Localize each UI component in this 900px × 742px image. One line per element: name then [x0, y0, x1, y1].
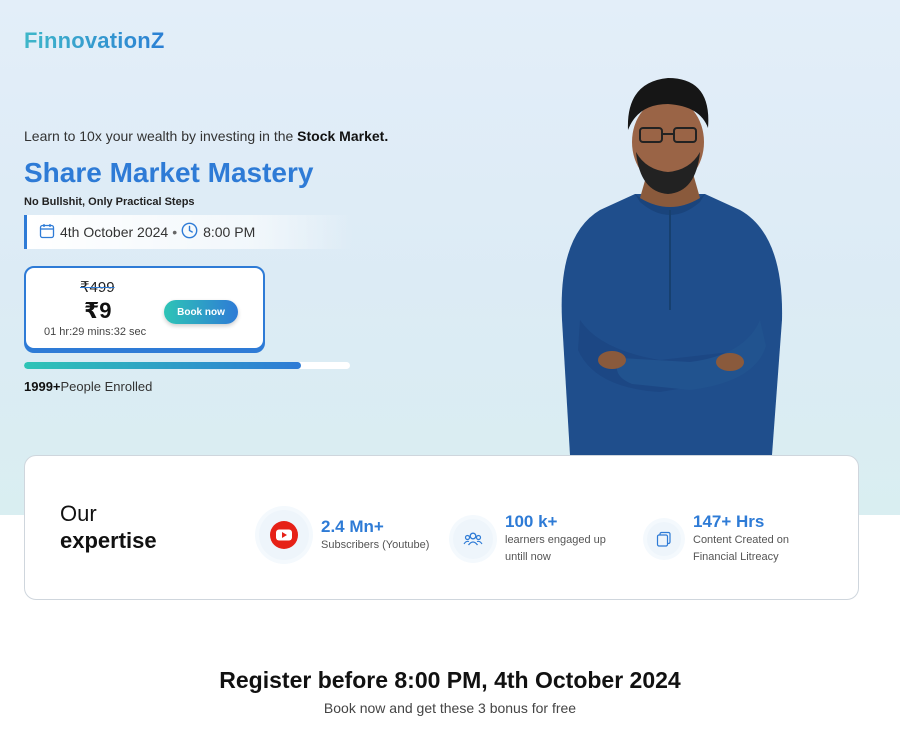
course-title: Share Market Mastery: [24, 157, 314, 188]
expertise-heading: Our expertise: [60, 500, 157, 554]
tagline-text: Learn to 10x your wealth by investing in…: [24, 128, 298, 144]
stat-value: 147+ Hrs: [693, 512, 765, 531]
original-price: ₹499: [80, 279, 115, 296]
enrollment-progress-bar: [24, 362, 350, 369]
price-card: ₹499 ₹9 01 hr:29 mins:32 sec Book now: [24, 266, 265, 350]
register-subheading: Book now and get these 3 bonus for free: [323, 700, 577, 716]
stat-description: Subscribers (Youtube): [321, 538, 430, 551]
course-subtitle: No Bullshit, Only Practical Steps: [24, 196, 195, 208]
register-heading: Register before 8:00 PM, 4th October 202…: [219, 667, 681, 693]
expertise-heading-line1: Our: [60, 501, 97, 526]
stat-subscribers: 2.4 Mn+ Subscribers (Youtube): [259, 510, 441, 560]
instructor-photo: [561, 78, 783, 455]
enrollment-count: 1999+People Enrolled: [24, 379, 152, 394]
stat-value: 100 k+: [505, 512, 558, 531]
clock-icon: [181, 222, 198, 242]
content-icon: [647, 522, 681, 556]
stat-value: 2.4 Mn+: [321, 516, 384, 536]
date-separator: •: [172, 224, 178, 240]
stat-description: Content Created on Financial Litreacy: [693, 534, 790, 563]
tagline-highlight: Stock Market.: [297, 128, 389, 144]
stat-learners: 100 k+ learners engaged up untill now: [453, 512, 625, 566]
countdown-timer: 01 hr:29 mins:32 sec: [44, 326, 147, 338]
hero-tagline: Learn to 10x your wealth by investing in…: [24, 128, 388, 144]
expertise-heading-line2: expertise: [60, 528, 157, 553]
event-date: 4th October 2024: [60, 224, 169, 240]
brand-logo[interactable]: FinnovationZ: [24, 28, 165, 54]
expertise-card: Our expertise 2.4 Mn+ Subscribers (Youtu…: [24, 455, 859, 600]
users-icon: [453, 519, 493, 559]
event-time: 8:00 PM: [203, 224, 256, 240]
event-datetime: 4th October 2024 • 8:00 PM: [24, 215, 354, 249]
enrolled-number: 1999+: [24, 379, 61, 394]
stat-content: 147+ Hrs Content Created on Financial Li…: [647, 512, 813, 566]
youtube-icon: [259, 510, 309, 560]
discounted-price: ₹9: [84, 298, 112, 323]
enrollment-progress-fill: [24, 362, 302, 369]
calendar-icon: [39, 223, 55, 242]
stat-description: learners engaged up untill now: [505, 534, 606, 563]
book-now-button[interactable]: Book now: [164, 300, 238, 324]
enrolled-label: People Enrolled: [60, 379, 153, 394]
